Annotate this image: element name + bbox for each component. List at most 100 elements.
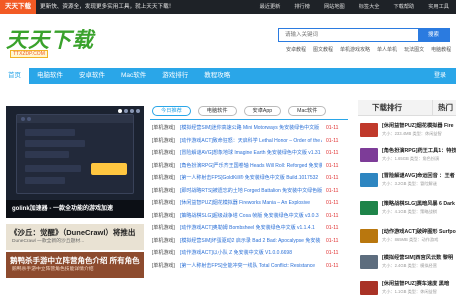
- hot-link[interactable]: 玩法图文: [404, 46, 424, 53]
- top-brand[interactable]: 天天下载: [0, 0, 36, 14]
- slider-dot[interactable]: [136, 109, 140, 113]
- game-thumbnail: [360, 148, 378, 162]
- ranking-item-name[interactable]: [策略战棋SLG]黑暗风暴 6 Dark: [382, 200, 456, 207]
- list-item-category[interactable]: [单机游戏]: [152, 147, 175, 160]
- login-link[interactable]: 登录: [434, 68, 446, 84]
- hero-slider[interactable]: golink加速器 - 一款全功能的游戏加速: [6, 106, 144, 218]
- list-item[interactable]: [单机游戏] [冒险解谜AVG]想象地球 Imagine Earth 免安装绿色中…: [150, 147, 348, 160]
- list-item-category[interactable]: [单机游戏]: [152, 160, 175, 173]
- slider-dot[interactable]: [124, 109, 128, 113]
- site-logo[interactable]: 天天下载 TTXZDP.COM: [6, 24, 93, 62]
- list-item-title[interactable]: [模拟经营SIM]迷你高速公路 Mini Motorways 免安装绿色中文版: [180, 122, 322, 135]
- nav-home[interactable]: 首页: [0, 68, 29, 84]
- tab-hot[interactable]: 热门: [438, 100, 453, 116]
- ranking-item-meta: 大小：2.4GB 类型：模拟经营: [382, 263, 437, 268]
- main-nav: 首页 电脑软件 安卓软件 Mac软件 游戏排行 教程攻略 登录: [0, 68, 456, 84]
- list-item[interactable]: [单机游戏] [休闲益智PUZ]烟花模拟器 Fireworks Mania – A…: [150, 197, 348, 210]
- hot-link[interactable]: 电脑教程: [431, 46, 451, 53]
- top-link-tags[interactable]: 标签大全: [352, 0, 387, 14]
- list-item-title[interactable]: [冒险解谜AVG]想象地球 Imagine Earth 免安装绿色中文版 v1.…: [180, 147, 322, 160]
- list-item-category[interactable]: [单机游戏]: [152, 185, 175, 198]
- search-input[interactable]: [279, 29, 419, 41]
- list-item-category[interactable]: [单机游戏]: [152, 172, 175, 185]
- list-item-category[interactable]: [单机游戏]: [152, 222, 175, 235]
- list-item[interactable]: [单机游戏] [动作游戏ACT]以小队 Z 免安装中文版 V1.0.0.6698 0…: [150, 247, 348, 260]
- list-item-title[interactable]: [角色扮演RPG]严乐齐王国卷轴 Heads Will Roll: Reforg…: [180, 160, 322, 173]
- hot-link[interactable]: 单人单机: [377, 46, 397, 53]
- ranking-item-meta: 大小：1.1GB 类型：休闲益智: [382, 289, 437, 294]
- list-item-title[interactable]: [模拟经营SIM]坏蛋驱动2 启示录 Bad 2 Bad: Apocalypse…: [180, 235, 322, 248]
- ranking-item[interactable]: [模拟经营SIM]西宫风云数 黎明 大小：2.4GB 类型：模拟经营: [358, 252, 456, 272]
- nav-mac-software[interactable]: Mac软件: [113, 68, 154, 84]
- list-item-date: 01-11: [326, 137, 339, 144]
- tab-mac-software[interactable]: Mac软件: [288, 106, 327, 116]
- search-button[interactable]: 搜索: [418, 29, 449, 41]
- list-item[interactable]: [单机游戏] [动作游戏ACT]奥勒姆 Bombsheel 免安装绿色中文版 v1…: [150, 222, 348, 235]
- list-item[interactable]: [单机游戏] [第一人称射击FPS]GoldKill® 免安装绿色中文版 Buil…: [150, 172, 348, 185]
- ranking-item-name[interactable]: [模拟经营SIM]西宫风云数 黎明: [382, 254, 456, 261]
- list-item-category[interactable]: [单机游戏]: [152, 210, 175, 223]
- list-item-category[interactable]: [单机游戏]: [152, 247, 175, 260]
- list-item-category[interactable]: [单机游戏]: [152, 197, 175, 210]
- list-item-category[interactable]: [单机游戏]: [152, 135, 175, 148]
- ranking-item-name[interactable]: [冒险解谜AVG]命运回音 ：王者: [382, 172, 456, 179]
- nav-pc-software[interactable]: 电脑软件: [29, 68, 71, 84]
- ranking-item-meta: 大小：4.1GB 类型：策略战棋: [382, 209, 437, 214]
- ranking-item-meta: 大小：3.2GB 类型：冒险解谜: [382, 181, 437, 186]
- list-item-title[interactable]: [动作游戏ACT]奥勒姆 Bombsheel 免安装绿色中文版 v1.1.4.1: [180, 222, 322, 235]
- ranking-item[interactable]: [角色扮演RPG]药王工具1：特技 大小：1.65GB 类型：角色扮演: [358, 145, 456, 165]
- list-item[interactable]: [单机游戏] [角色扮演RPG]严乐齐王国卷轴 Heads Will Roll: …: [150, 160, 348, 173]
- list-item[interactable]: [单机游戏] [第一人称射击FPS]全能冲突一线队 Total Conflict:…: [150, 260, 348, 273]
- list-item-title[interactable]: [动作游戏ACT]以小队 Z 免安装中文版 V1.0.0.6698: [180, 247, 322, 260]
- list-item-title[interactable]: [动作游戏ACT]致命狂怒：天启科学 Lethal Honor – Order …: [180, 135, 322, 148]
- tabs-divider: [150, 119, 348, 120]
- hero-caption[interactable]: golink加速器 - 一款全功能的游戏加速: [6, 200, 144, 218]
- list-item[interactable]: [单机游戏] [即时战略RTS]被遗忘的土地 Forged Battalion 免…: [150, 185, 348, 198]
- ranking-item[interactable]: [休闲益智PUZ]赛车速度 黑暗 大小：1.1GB 类型：休闲益智: [358, 278, 456, 298]
- tab-download-ranking[interactable]: 下载排行: [372, 100, 402, 116]
- list-item-category[interactable]: [单机游戏]: [152, 235, 175, 248]
- hot-link[interactable]: 安卓教程: [286, 46, 306, 53]
- tab-android-app[interactable]: 安卓App: [243, 106, 282, 116]
- ranking-item[interactable]: [动作游戏ACT]破碎图形 Surfpo 大小：865MB 类型：动作游戏: [358, 226, 456, 246]
- nav-android-software[interactable]: 安卓软件: [71, 68, 113, 84]
- list-item[interactable]: [单机游戏] [模拟经营SIM]坏蛋驱动2 启示录 Bad 2 Bad: Apoc…: [150, 235, 348, 248]
- top-link-tools[interactable]: 实用工具: [421, 0, 456, 14]
- hot-link[interactable]: 单机游戏攻略: [340, 46, 370, 53]
- promo-banner[interactable]: 鹅鸭杀手游中立阵营角色介绍 所有角色 鹅鸭杀手游中立阵营角色技能详情介绍: [6, 252, 144, 278]
- list-item-category[interactable]: [单机游戏]: [152, 260, 175, 273]
- ranking-item-meta: 大小：233.4MB 类型：休闲益智: [382, 131, 442, 136]
- hot-link[interactable]: 图文教程: [313, 46, 333, 53]
- content-tabs: 今日推荐 电脑软件 安卓App Mac软件: [152, 106, 333, 116]
- list-item-category[interactable]: [单机游戏]: [152, 122, 175, 135]
- slider-dot[interactable]: [118, 109, 122, 113]
- ranking-item[interactable]: [冒险解谜AVG]命运回音 ：王者 大小：3.2GB 类型：冒险解谜: [358, 170, 456, 190]
- list-item[interactable]: [单机游戏] [模拟经营SIM]迷你高速公路 Mini Motorways 免安装…: [150, 122, 348, 135]
- top-link-help[interactable]: 下载帮助: [386, 0, 421, 14]
- list-item-title[interactable]: [第一人称射击FPS]GoldKill® 免安装绿色中文版 Build.1017…: [180, 172, 322, 185]
- slider-dot[interactable]: [130, 109, 134, 113]
- list-item-title[interactable]: [第一人称射击FPS]全能冲突一线队 Total Conflict: Resis…: [180, 260, 322, 273]
- ranking-item[interactable]: [休闲益智PUZ]烟花模拟器 Fire 大小：233.4MB 类型：休闲益智: [358, 120, 456, 140]
- top-link-sitemap[interactable]: 网站地图: [317, 0, 352, 14]
- ranking-item-name[interactable]: [休闲益智PUZ]烟花模拟器 Fire: [382, 122, 456, 129]
- list-item-title[interactable]: [策略战棋SLG]超级战争塔 Cosa 帧版 免安装绿色中文版 v3.0.3: [180, 210, 322, 223]
- ranking-item-name[interactable]: [动作游戏ACT]破碎图形 Surfpo: [382, 228, 456, 235]
- list-item-date: 01-11: [326, 187, 339, 194]
- tab-today[interactable]: 今日推荐: [152, 106, 191, 116]
- nav-tutorials[interactable]: 教程攻略: [196, 68, 238, 84]
- tab-pc-software[interactable]: 电脑软件: [197, 106, 237, 116]
- ranking-item-name[interactable]: [角色扮演RPG]药王工具1：特技: [382, 147, 456, 154]
- promo-banner[interactable]: 《沙丘：觉醒》（DuneCrawl）将推出 DuneCrawl 一款全新的沙丘题…: [6, 224, 144, 250]
- nav-game-ranking[interactable]: 游戏排行: [154, 68, 196, 84]
- ranking-item[interactable]: [策略战棋SLG]黑暗风暴 6 Dark 大小：4.1GB 类型：策略战棋: [358, 198, 456, 218]
- ranking-item-name[interactable]: [休闲益智PUZ]赛车速度 黑暗: [382, 280, 456, 287]
- list-item-title[interactable]: [即时战略RTS]被遗忘的土地 Forged Battalion 免安装中文绿色…: [180, 185, 322, 198]
- top-link-ranking[interactable]: 排行榜: [287, 0, 317, 14]
- hero-row: [25, 165, 81, 172]
- list-item[interactable]: [单机游戏] [动作游戏ACT]致命狂怒：天启科学 Lethal Honor – …: [150, 135, 348, 148]
- list-item[interactable]: [单机游戏] [策略战棋SLG]超级战争塔 Cosa 帧版 免安装绿色中文版 v3…: [150, 210, 348, 223]
- list-item-title[interactable]: [休闲益智PUZ]烟花模拟器 Fireworks Mania – An Expl…: [180, 197, 322, 210]
- sidebar-header: 下载排行 热门: [358, 100, 456, 116]
- top-link-latest[interactable]: 最近更新: [253, 0, 288, 14]
